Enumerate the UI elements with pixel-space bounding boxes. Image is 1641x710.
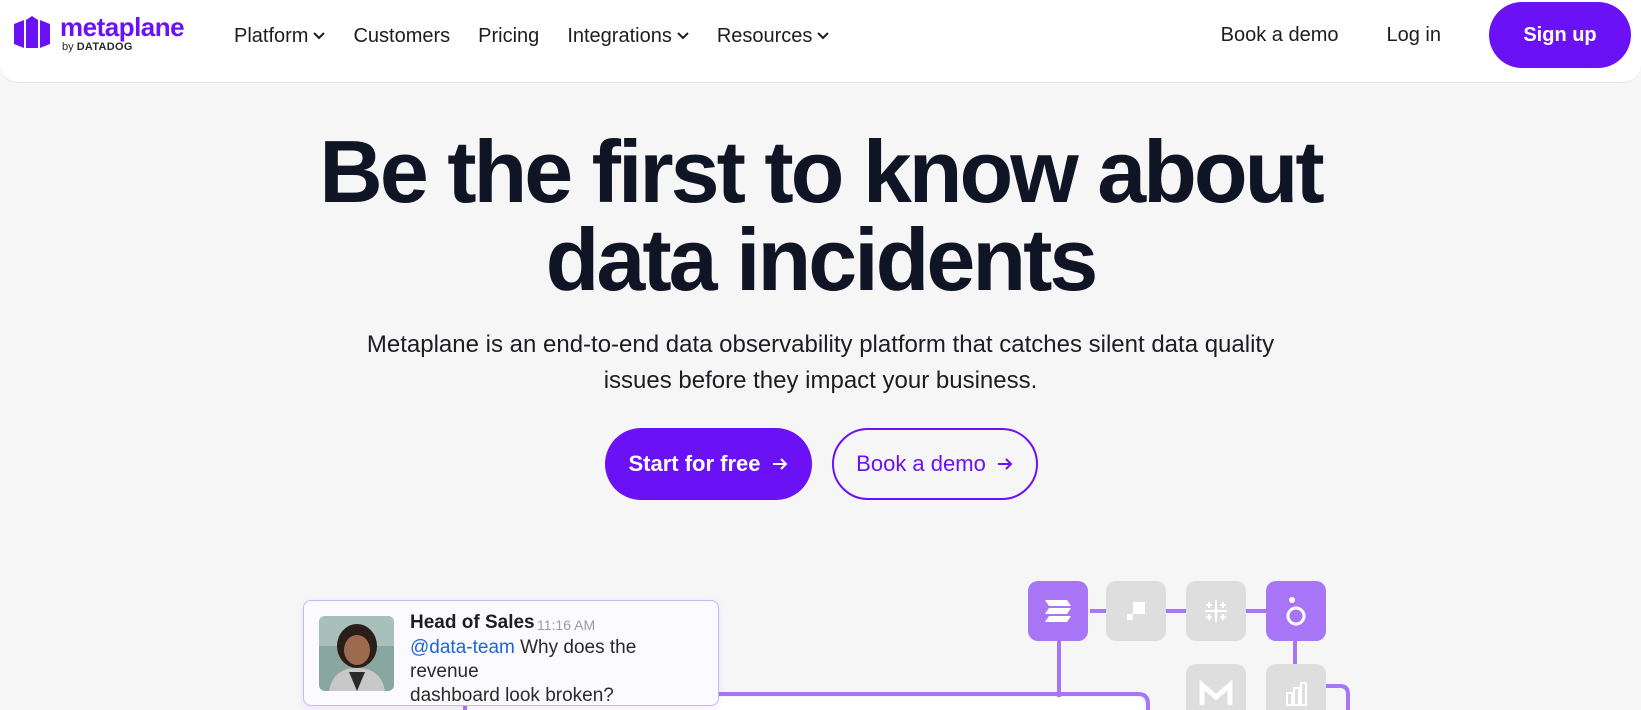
nav-platform[interactable]: Platform — [234, 22, 326, 50]
metaplane-logo-icon — [14, 16, 50, 49]
square-stack-icon — [1127, 602, 1145, 620]
hero-subtitle-line1: Metaplane is an end-to-end data observab… — [366, 331, 1275, 358]
chevron-down-icon — [817, 32, 830, 40]
metaplane-logo[interactable]: metaplane by DATADOG — [12, 12, 185, 54]
nav-integrations-label: Integrations — [567, 25, 672, 47]
hero-title-line1: Be the first to know about — [319, 122, 1324, 221]
message-author: Head of Sales — [410, 612, 535, 633]
chevron-down-icon — [313, 32, 326, 40]
book-demo-label: Book a demo — [856, 451, 986, 476]
metabase-icon — [1199, 679, 1233, 705]
person-avatar-icon — [319, 616, 394, 691]
hero-subtitle: Metaplane is an end-to-end data observab… — [270, 327, 1371, 399]
nav-pricing[interactable]: Pricing — [478, 22, 539, 50]
nav-platform-label: Platform — [234, 25, 309, 47]
hero-title: Be the first to know about data incident… — [0, 128, 1641, 304]
chevron-down-icon — [677, 32, 689, 40]
nav-resources-label: Resources — [716, 25, 813, 47]
book-demo-button[interactable]: Book a demo — [832, 428, 1038, 500]
team-mention[interactable]: @data-team — [410, 637, 515, 658]
nav-links: Platform Customers Pricing Integrations … — [234, 22, 830, 50]
hero-subtitle-line2: issues before they impact your business. — [603, 367, 1038, 394]
message-timestamp: 11:16 AM — [537, 617, 596, 633]
start-free-label: Start for free — [628, 451, 761, 476]
logo-byline: by DATADOG — [62, 41, 133, 53]
hero-title-line2: data incidents — [545, 210, 1099, 309]
nav-customers[interactable]: Customers — [353, 22, 450, 50]
tableau-icon — [1205, 600, 1227, 622]
book-demo-link[interactable]: Book a demo — [1221, 24, 1339, 47]
powerbi-icon — [1286, 682, 1307, 706]
message-text-line2: dashboard look broken? — [410, 685, 614, 706]
integration-tile-metabase — [1186, 664, 1246, 710]
nav-actions: Book a demo Log in Sign up — [1221, 2, 1631, 68]
login-link[interactable]: Log in — [1387, 24, 1442, 47]
hero-cta-row: Start for free Book a demo — [605, 428, 1038, 500]
integration-tile-fivetran — [1028, 581, 1088, 641]
looker-icon — [1286, 597, 1306, 626]
start-free-button[interactable]: Start for free — [605, 428, 812, 500]
top-nav: metaplane by DATADOG Platform Customers … — [0, 0, 1641, 83]
arrow-right-icon — [772, 458, 787, 470]
fivetran-icon — [1045, 600, 1071, 622]
arrow-right-icon — [997, 458, 1013, 470]
signup-button[interactable]: Sign up — [1489, 2, 1631, 68]
alert-message-card: Head of Sales 11:16 AM @data-team Why do… — [303, 600, 719, 706]
integration-tile-modelling — [1106, 581, 1166, 641]
logo-wordmark: metaplane — [60, 12, 185, 42]
message-body: @data-team Why does the revenue dashboar… — [410, 636, 710, 708]
avatar — [319, 616, 394, 691]
integration-tile-tableau — [1186, 581, 1246, 641]
integration-tile-powerbi — [1266, 664, 1326, 710]
nav-integrations[interactable]: Integrations — [567, 22, 689, 50]
nav-customers-label: Customers — [353, 25, 451, 47]
nav-pricing-label: Pricing — [478, 25, 540, 47]
integration-tile-looker — [1266, 581, 1326, 641]
nav-resources[interactable]: Resources — [717, 22, 830, 50]
